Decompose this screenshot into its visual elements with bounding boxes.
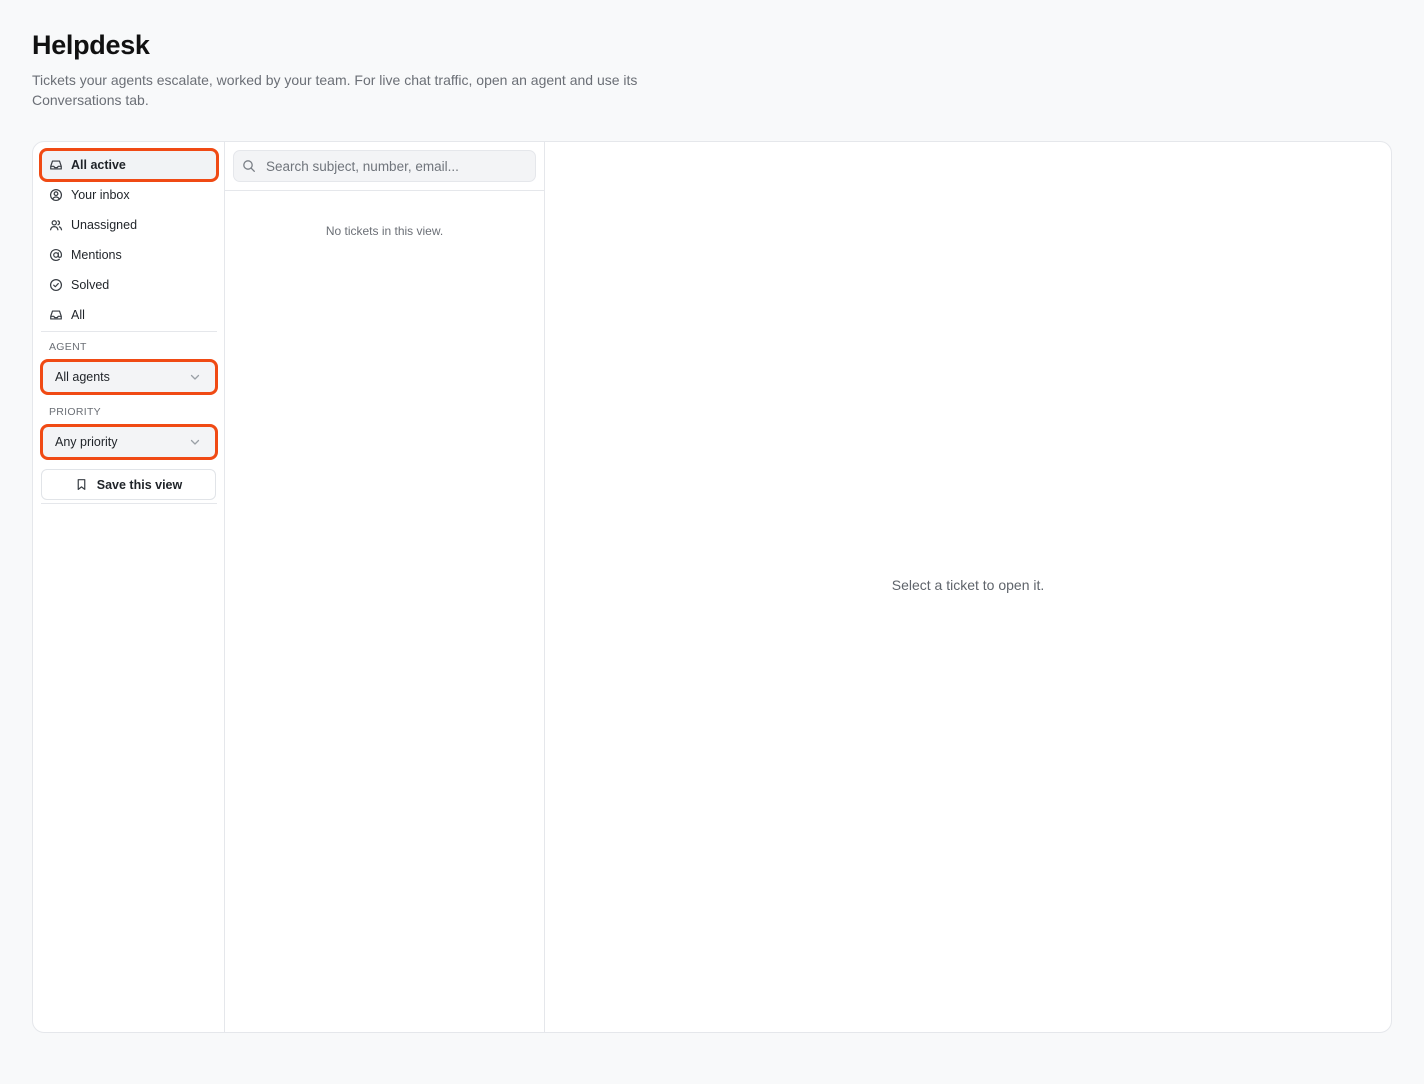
bookmark-icon xyxy=(75,478,88,491)
nav-item-label: All xyxy=(71,308,85,322)
search-icon xyxy=(242,159,256,173)
ticket-list: No tickets in this view. xyxy=(225,142,545,1032)
priority-filter-select[interactable]: Any priority xyxy=(40,424,218,460)
nav-item-all-active[interactable]: All active xyxy=(39,148,219,182)
search-input[interactable] xyxy=(266,158,526,174)
helpdesk-panel: All active Your inbox Unassigned Mention… xyxy=(32,141,1392,1033)
inbox-icon xyxy=(49,308,63,322)
sidebar-divider xyxy=(41,503,217,504)
inbox-icon xyxy=(49,158,63,172)
agent-filter-label: AGENT xyxy=(49,341,87,353)
ticket-detail: Select a ticket to open it. xyxy=(545,142,1391,1032)
priority-filter-value: Any priority xyxy=(55,435,118,449)
users-icon xyxy=(49,218,63,232)
agent-filter-select[interactable]: All agents xyxy=(40,359,218,395)
sidebar-divider xyxy=(41,331,217,332)
page-subtitle: Tickets your agents escalate, worked by … xyxy=(32,72,638,108)
chevron-down-icon xyxy=(189,371,201,383)
at-sign-icon xyxy=(49,248,63,262)
nav-item-mentions[interactable]: Mentions xyxy=(41,240,217,270)
save-view-button[interactable]: Save this view xyxy=(41,469,216,500)
page-title: Helpdesk xyxy=(32,30,150,60)
priority-filter-label: PRIORITY xyxy=(49,406,101,418)
page-header: Helpdesk Tickets your agents escalate, w… xyxy=(32,28,672,110)
nav-item-all[interactable]: All xyxy=(41,300,217,330)
nav-item-your-inbox[interactable]: Your inbox xyxy=(41,180,217,210)
list-divider xyxy=(225,190,544,191)
nav-item-label: Unassigned xyxy=(71,218,138,232)
nav-item-label: Your inbox xyxy=(71,188,130,202)
nav-item-label: Solved xyxy=(71,278,110,292)
chevron-down-icon xyxy=(189,436,201,448)
nav-item-label: All active xyxy=(71,158,126,172)
search-box xyxy=(233,150,536,182)
nav-item-label: Mentions xyxy=(71,248,122,262)
sidebar: All active Your inbox Unassigned Mention… xyxy=(33,142,225,1032)
empty-detail-message: Select a ticket to open it. xyxy=(891,577,1045,593)
agent-filter-value: All agents xyxy=(55,370,110,384)
nav-item-solved[interactable]: Solved xyxy=(41,270,217,300)
empty-list-message: No tickets in this view. xyxy=(325,224,444,238)
nav-item-unassigned[interactable]: Unassigned xyxy=(41,210,217,240)
user-circle-icon xyxy=(49,188,63,202)
check-circle-icon xyxy=(49,278,63,292)
save-view-label: Save this view xyxy=(96,477,183,492)
